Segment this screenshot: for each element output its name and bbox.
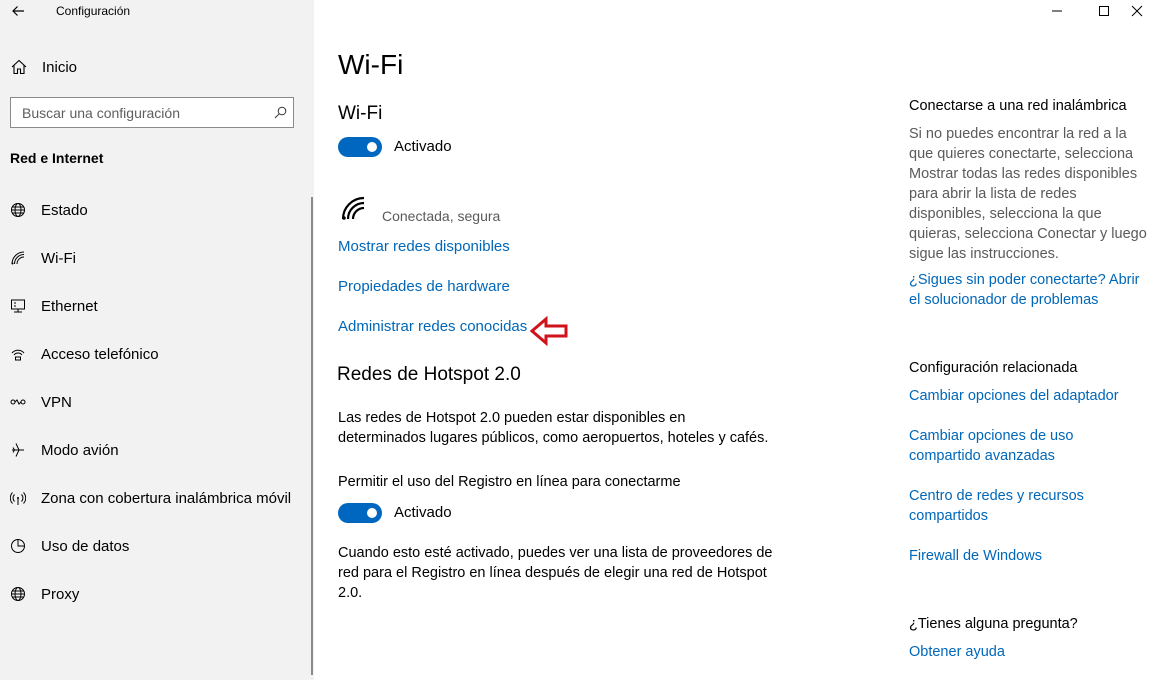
back-arrow-icon	[12, 6, 24, 16]
maximize-icon	[1099, 6, 1109, 16]
hotspot-desc-line: determinados lugares públicos, como aero…	[338, 430, 769, 446]
hotspot-desc-line: Las redes de Hotspot 2.0 pueden estar di…	[338, 410, 686, 426]
hotspot-note-line: 2.0.	[338, 585, 363, 601]
firewall-link[interactable]: Firewall de Windows	[909, 546, 1149, 566]
online-signup-toggle[interactable]	[338, 503, 382, 523]
page-title: Wi-Fi	[338, 49, 404, 80]
sidebar: Configuración Inicio Red e Internet Esta…	[0, 0, 314, 680]
sidebar-item-label: Wi-Fi	[41, 249, 76, 267]
sidebar-item-status[interactable]: Estado	[0, 186, 314, 234]
sidebar-item-label: Modo avión	[41, 441, 119, 459]
app-title: Configuración	[56, 4, 131, 18]
adapter-options-link[interactable]: Cambiar opciones del adaptador	[909, 386, 1149, 406]
hotspot-note-line: Cuando esto esté activado, puedes ver un…	[338, 545, 773, 561]
sharing-options-link[interactable]: Cambiar opciones de uso compartido avanz…	[909, 426, 1149, 466]
dialup-icon	[11, 349, 25, 361]
close-icon	[1131, 5, 1143, 17]
minimize-icon	[1052, 10, 1062, 12]
ethernet-icon	[11, 299, 25, 313]
get-help-link[interactable]: Obtener ayuda	[909, 642, 1149, 662]
sidebar-item-label: VPN	[41, 393, 72, 411]
sidebar-item-dialup[interactable]: Acceso telefónico	[0, 330, 314, 378]
home-icon	[11, 59, 27, 75]
hotspot-icon	[10, 492, 26, 505]
sidebar-item-label: Inicio	[42, 58, 78, 76]
sidebar-item-vpn[interactable]: VPN	[0, 378, 314, 426]
sidebar-item-airplane[interactable]: Modo avión	[0, 426, 314, 474]
troubleshoot-link[interactable]: ¿Sigues sin poder conectarte? Abrir el s…	[909, 270, 1149, 310]
connect-title: Conectarse a una red inalámbrica	[909, 98, 1127, 114]
network-center-link[interactable]: Centro de redes y recursos compartidos	[909, 486, 1149, 526]
hotspot-title: Redes de Hotspot 2.0	[337, 364, 521, 385]
online-signup-label: Permitir el uso del Registro en línea pa…	[338, 474, 681, 490]
data-usage-icon	[11, 539, 25, 553]
show-networks-link[interactable]: Mostrar redes disponibles	[338, 238, 510, 255]
related-settings-title: Configuración relacionada	[909, 360, 1078, 376]
toggle-knob	[367, 142, 377, 152]
search-box[interactable]	[10, 97, 294, 128]
sidebar-item-home[interactable]: Inicio	[10, 56, 77, 78]
sidebar-item-mobile-hotspot[interactable]: Zona con cobertura inalámbrica móvil	[0, 474, 314, 522]
section-title: Red e Internet	[10, 150, 104, 166]
sidebar-item-label: Ethernet	[41, 297, 98, 315]
toggle-knob	[367, 508, 377, 518]
wifi-section-title: Wi-Fi	[338, 103, 383, 124]
online-signup-toggle-label: Activado	[394, 504, 452, 521]
question-title: ¿Tienes alguna pregunta?	[909, 616, 1078, 632]
sidebar-item-label: Zona con cobertura inalámbrica móvil	[41, 489, 292, 507]
annotation-arrow-icon	[529, 315, 568, 347]
sidebar-item-label: Proxy	[41, 585, 80, 603]
manage-known-networks-link[interactable]: Administrar redes conocidas	[338, 318, 527, 335]
hotspot-note: Cuando esto esté activado, puedes ver un…	[338, 543, 772, 603]
globe-icon	[11, 203, 25, 217]
hardware-properties-link[interactable]: Propiedades de hardware	[338, 278, 510, 295]
sidebar-scrollbar[interactable]	[311, 197, 313, 675]
connect-description: Si no puedes encontrar la red a la que q…	[909, 126, 1147, 262]
wifi-icon	[11, 251, 25, 265]
hotspot-description: Las redes de Hotspot 2.0 pueden estar di…	[338, 408, 768, 448]
search-input[interactable]	[11, 98, 272, 127]
sidebar-item-ethernet[interactable]: Ethernet	[0, 282, 314, 330]
minimize-button[interactable]	[1034, 0, 1080, 22]
close-button[interactable]	[1114, 0, 1160, 22]
sidebar-item-data-usage[interactable]: Uso de datos	[0, 522, 314, 570]
sidebar-nav: Estado Wi-Fi Ethernet Acceso telefónico …	[0, 186, 314, 618]
search-icon[interactable]	[274, 106, 287, 119]
globe-icon	[11, 587, 25, 601]
wifi-toggle[interactable]	[338, 137, 382, 157]
sidebar-item-wifi[interactable]: Wi-Fi	[0, 234, 314, 282]
network-status: Conectada, segura	[382, 208, 501, 224]
wifi-toggle-label: Activado	[394, 138, 452, 155]
wifi-signal-icon	[341, 196, 365, 220]
sidebar-item-label: Uso de datos	[41, 537, 130, 555]
sidebar-item-label: Acceso telefónico	[41, 345, 159, 363]
vpn-icon	[10, 399, 26, 405]
sidebar-item-proxy[interactable]: Proxy	[0, 570, 314, 618]
airplane-icon	[12, 443, 24, 457]
back-button[interactable]	[10, 2, 28, 20]
hotspot-note-line: red para el Registro en línea después de…	[338, 565, 767, 581]
sidebar-item-label: Estado	[41, 201, 88, 219]
